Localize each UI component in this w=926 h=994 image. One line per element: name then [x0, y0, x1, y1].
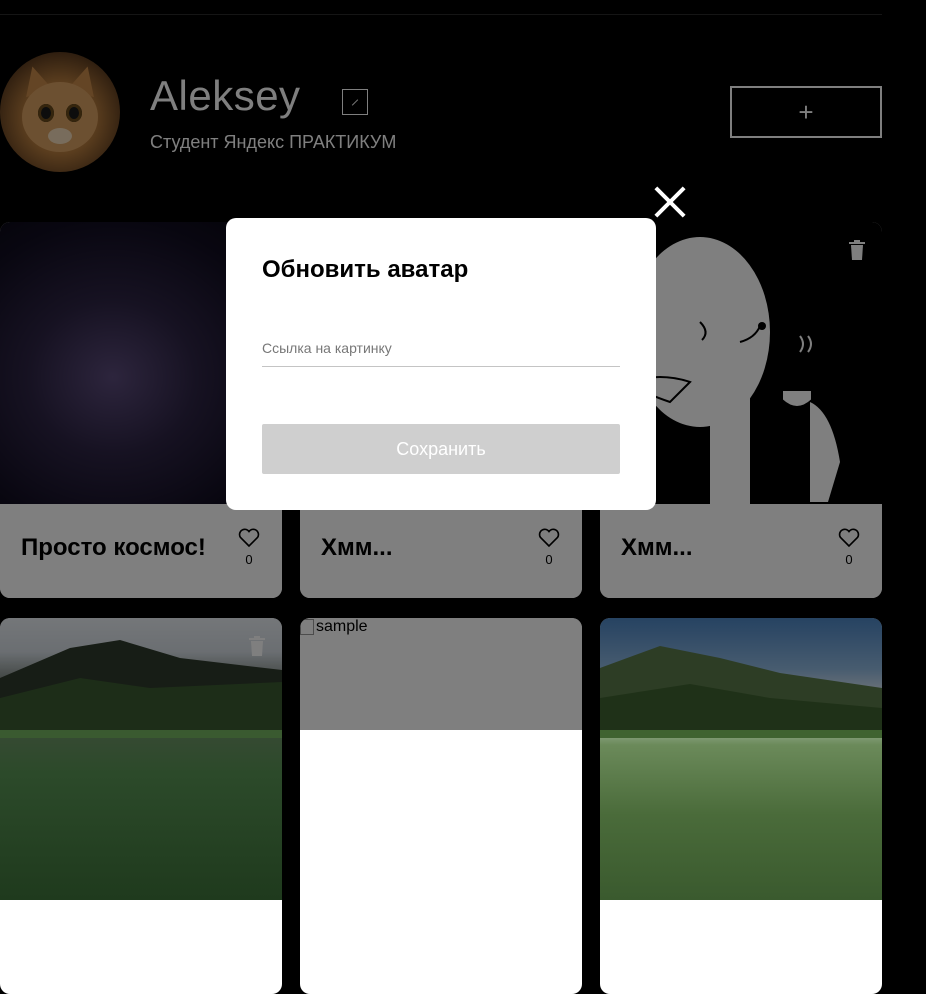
- save-button[interactable]: Сохранить: [262, 424, 620, 474]
- modal-title: Обновить аватар: [262, 256, 469, 283]
- update-avatar-modal: Обновить аватар Сохранить: [226, 218, 656, 510]
- close-icon[interactable]: [652, 184, 688, 220]
- avatar-url-input[interactable]: [262, 330, 620, 367]
